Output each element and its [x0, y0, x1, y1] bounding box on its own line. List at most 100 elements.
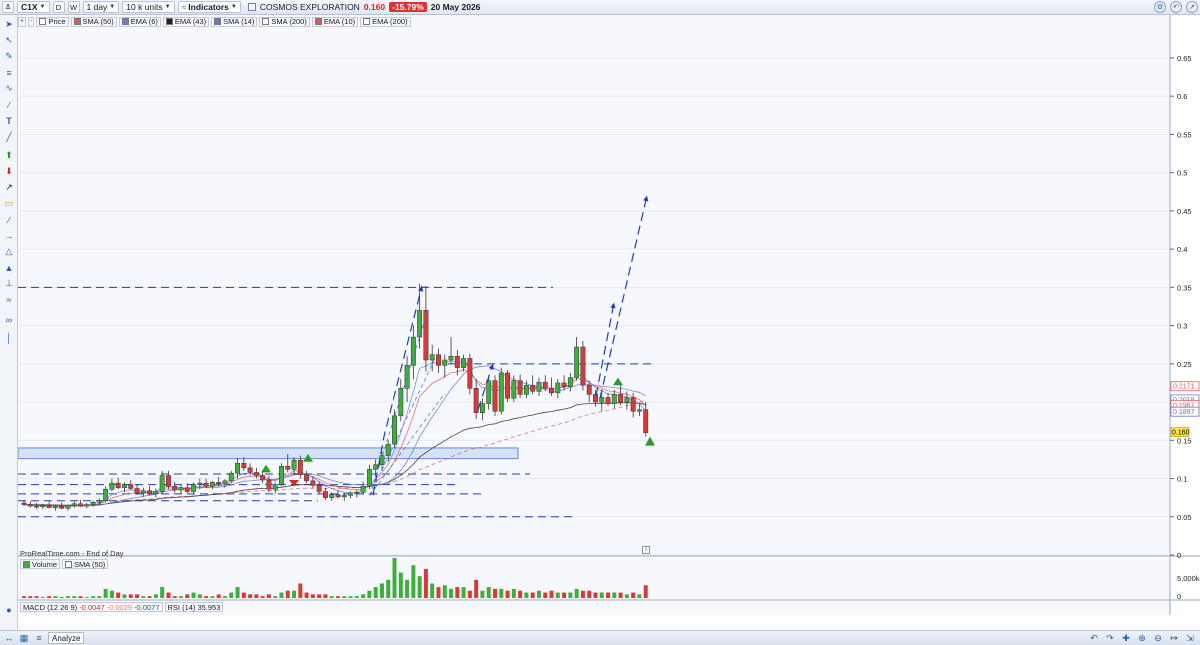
candle-body[interactable] — [630, 397, 636, 412]
candle-body[interactable] — [611, 394, 617, 404]
candle-body[interactable] — [184, 487, 190, 492]
candle-body[interactable] — [90, 501, 96, 505]
candle-body[interactable] — [40, 505, 46, 508]
candle-body[interactable] — [354, 492, 360, 495]
candle-body[interactable] — [580, 346, 586, 386]
channel-icon[interactable]: ∕ — [2, 98, 16, 111]
support-zone-rect[interactable] — [18, 447, 519, 460]
rectangle-icon[interactable]: ▭ — [2, 197, 16, 210]
candle-body[interactable] — [605, 397, 611, 404]
candle-body[interactable] — [618, 394, 624, 403]
candle-body[interactable] — [147, 490, 153, 495]
candle-body[interactable] — [228, 472, 234, 482]
candle-body[interactable] — [643, 409, 649, 433]
candle-body[interactable] — [122, 484, 127, 488]
candle-body[interactable] — [115, 482, 121, 488]
period-d-button[interactable]: D — [52, 1, 65, 13]
candle-body[interactable] — [549, 388, 554, 394]
candle-body[interactable] — [454, 355, 460, 368]
candle-body[interactable] — [498, 372, 504, 412]
chart-area[interactable]: 0.650.60.550.50.450.40.350.30.250.20.150… — [18, 15, 1200, 615]
candle-body[interactable] — [586, 384, 592, 395]
candle-body[interactable] — [272, 484, 278, 490]
legend-item-2[interactable]: EMA (6) — [118, 16, 161, 27]
candle-body[interactable] — [297, 459, 303, 475]
candle-body[interactable] — [140, 490, 146, 494]
candle-body[interactable] — [134, 488, 140, 494]
indicators-button[interactable]: ≈ Indicators ▼ — [177, 1, 241, 13]
settings-icon[interactable]: ⚙ — [1154, 1, 1166, 13]
magnet-icon[interactable]: ● — [2, 603, 16, 616]
candle-body[interactable] — [316, 485, 322, 492]
candle-body[interactable] — [348, 493, 354, 496]
candle-body[interactable] — [467, 358, 473, 389]
candle-body[interactable] — [511, 380, 517, 399]
candle-body[interactable] — [109, 482, 115, 490]
candle-body[interactable] — [46, 505, 52, 508]
candle-body[interactable] — [253, 472, 259, 476]
legend-plus-button[interactable]: + — [18, 16, 27, 27]
arrow-diagonal-icon[interactable]: ↗ — [2, 181, 16, 194]
triangle-icon[interactable]: △ — [2, 245, 16, 258]
candle-body[interactable] — [241, 462, 247, 469]
cursor-icon[interactable]: ➤ — [2, 18, 16, 31]
candle-body[interactable] — [52, 505, 58, 508]
candle-body[interactable] — [574, 346, 580, 378]
compare-icon[interactable]: ≡ — [33, 632, 45, 644]
candle-body[interactable] — [561, 382, 567, 388]
candle-body[interactable] — [128, 484, 134, 489]
candle-body[interactable] — [247, 467, 253, 473]
candle-body[interactable] — [555, 382, 561, 394]
nav-left-icon[interactable]: ↔ — [3, 632, 15, 644]
candle-body[interactable] — [203, 482, 209, 487]
detach-icon[interactable]: ↗ — [1186, 1, 1198, 13]
legend-item-1[interactable]: SMA (50) — [70, 16, 117, 27]
crosshair-icon[interactable]: ✚ — [1120, 632, 1132, 644]
candle-body[interactable] — [404, 365, 410, 389]
legend-item-6[interactable]: EMA (10) — [311, 16, 359, 27]
candle-body[interactable] — [542, 381, 548, 389]
candle-body[interactable] — [341, 495, 347, 498]
candle-body[interactable] — [178, 487, 184, 491]
trendline-icon[interactable]: ╱ — [2, 131, 16, 144]
candle-body[interactable] — [159, 475, 165, 492]
undo-icon[interactable]: ↶ — [1170, 1, 1182, 13]
expand-icon[interactable]: ⇲ — [1184, 632, 1196, 644]
candle-body[interactable] — [530, 384, 536, 392]
candle-body[interactable] — [65, 505, 71, 509]
candle-body[interactable] — [492, 380, 498, 412]
candle-body[interactable] — [27, 504, 33, 507]
candle-body[interactable] — [209, 482, 215, 487]
grid-icon[interactable]: ▦ — [18, 632, 30, 644]
legend-item-4[interactable]: SMA (14) — [211, 16, 258, 27]
candle-body[interactable] — [191, 484, 197, 492]
candle-body[interactable] — [34, 505, 40, 508]
timeframe-selector[interactable]: 1 day ▼ — [82, 1, 120, 13]
legend-item-3[interactable]: EMA (43) — [162, 16, 210, 27]
pointer-icon[interactable]: ↖ — [2, 34, 16, 47]
candle-body[interactable] — [291, 459, 297, 470]
candle-body[interactable] — [172, 485, 178, 491]
candle-body[interactable] — [461, 358, 467, 368]
candle-body[interactable] — [448, 355, 454, 361]
ticker-selector[interactable]: C1X ▼ — [17, 1, 50, 13]
candle-body[interactable] — [279, 466, 284, 485]
vertical-line-icon[interactable]: │ — [2, 331, 16, 344]
candle-body[interactable] — [335, 494, 341, 498]
text-icon[interactable]: T — [2, 114, 16, 127]
candle-body[interactable] — [423, 310, 429, 361]
zigzag-icon[interactable]: ∿ — [2, 82, 16, 95]
candle-body[interactable] — [505, 372, 511, 399]
candle-body[interactable] — [329, 494, 335, 498]
volume-legend-item[interactable]: Volume — [20, 559, 61, 569]
candle-body[interactable] — [216, 482, 222, 485]
candle-body[interactable] — [322, 491, 328, 498]
ray-icon[interactable]: → — [2, 229, 16, 242]
candle-body[interactable] — [366, 469, 372, 487]
zoom-forward-icon[interactable]: ↷ — [1104, 632, 1116, 644]
candle-body[interactable] — [153, 491, 159, 495]
analyze-button[interactable]: Analyze — [48, 632, 85, 644]
candle-body[interactable] — [103, 488, 109, 501]
candle-body[interactable] — [360, 485, 366, 493]
candle-body[interactable] — [536, 381, 542, 392]
